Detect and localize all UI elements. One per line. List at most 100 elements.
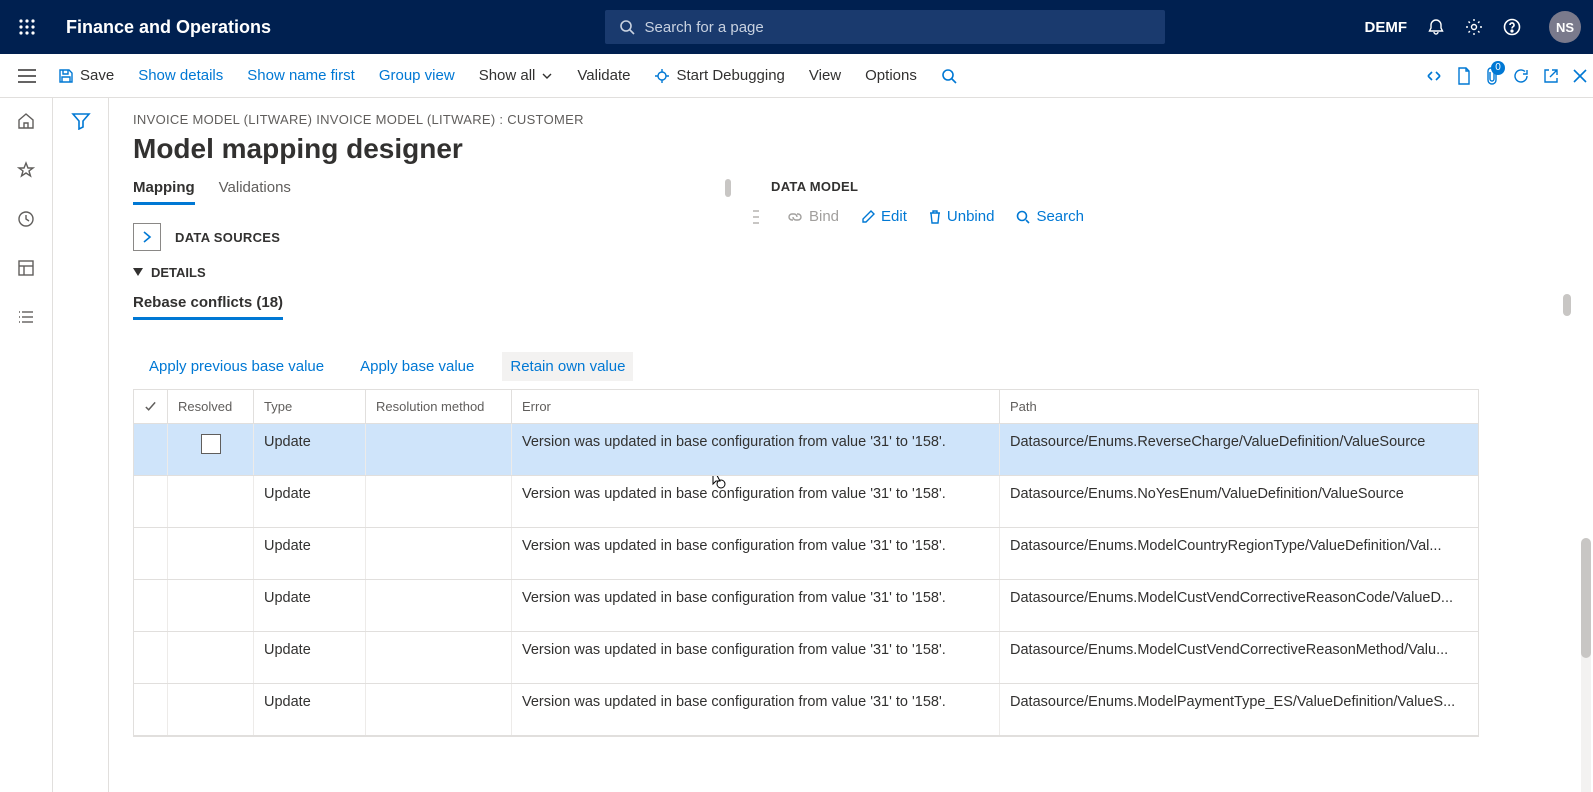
show-all-dropdown[interactable]: Show all [467, 54, 566, 98]
settings-icon[interactable] [1465, 18, 1483, 36]
search-icon [1016, 210, 1030, 224]
cell-type: Update [254, 528, 366, 579]
search-button[interactable]: Search [1016, 208, 1084, 225]
home-icon[interactable] [17, 112, 35, 135]
cell-error: Version was updated in base configuratio… [512, 684, 1000, 735]
expand-data-sources-icon[interactable] [133, 223, 161, 251]
recent-icon[interactable] [17, 210, 35, 233]
apply-base-value-button[interactable]: Apply base value [352, 352, 482, 381]
cell-path: Datasource/Enums.ModelCustVendCorrective… [1000, 580, 1478, 631]
cell-resolved[interactable] [168, 424, 254, 475]
show-name-first-button[interactable]: Show name first [235, 54, 367, 98]
row-selector[interactable] [134, 684, 168, 735]
col-type[interactable]: Type [254, 390, 366, 423]
view-menu[interactable]: View [797, 54, 853, 98]
workspaces-icon[interactable] [17, 259, 35, 282]
main-content: INVOICE MODEL (LITWARE) INVOICE MODEL (L… [109, 98, 1593, 792]
col-error[interactable]: Error [512, 390, 1000, 423]
legal-entity[interactable]: DEMF [1365, 19, 1408, 36]
col-resolution-method[interactable]: Resolution method [366, 390, 512, 423]
cell-resolved[interactable] [168, 684, 254, 735]
checkbox[interactable] [201, 434, 221, 454]
edit-button[interactable]: Edit [861, 208, 907, 225]
notifications-icon[interactable] [1427, 18, 1445, 36]
refresh-icon[interactable] [1513, 68, 1529, 84]
cmd-search-icon[interactable] [929, 54, 969, 98]
table-row[interactable]: Update Version was updated in base config… [134, 528, 1478, 580]
details-toggle[interactable]: DETAILS [133, 265, 733, 280]
user-avatar[interactable]: NS [1549, 11, 1581, 43]
row-selector[interactable] [134, 632, 168, 683]
row-selector[interactable] [134, 424, 168, 475]
cell-type: Update [254, 580, 366, 631]
col-resolved[interactable]: Resolved [168, 390, 254, 423]
cell-type: Update [254, 632, 366, 683]
left-nav-rail [0, 98, 53, 792]
row-selector[interactable] [134, 528, 168, 579]
group-view-button[interactable]: Group view [367, 54, 467, 98]
cell-resolution-method [366, 580, 512, 631]
select-all-checkbox[interactable] [134, 390, 168, 423]
cell-resolution-method [366, 476, 512, 527]
trash-icon [929, 210, 941, 224]
cell-resolution-method [366, 684, 512, 735]
row-selector[interactable] [134, 580, 168, 631]
cell-type: Update [254, 424, 366, 475]
chevron-down-icon [541, 70, 553, 82]
table-header: Resolved Type Resolution method Error Pa… [134, 390, 1478, 424]
validate-button[interactable]: Validate [565, 54, 642, 98]
cell-error: Version was updated in base configuratio… [512, 528, 1000, 579]
cell-path: Datasource/Enums.ModelCustVendCorrective… [1000, 632, 1478, 683]
filter-icon[interactable] [71, 112, 91, 792]
row-selector[interactable] [134, 476, 168, 527]
apply-previous-base-value-button[interactable]: Apply previous base value [141, 352, 332, 381]
table-row[interactable]: UpdateVersion was updated in base config… [134, 580, 1478, 632]
help-icon[interactable] [1503, 18, 1521, 36]
col-path[interactable]: Path [1000, 390, 1478, 423]
start-debugging-button[interactable]: Start Debugging [642, 54, 796, 98]
cell-error: Version was updated in base configuratio… [512, 424, 1000, 475]
cell-path: Datasource/Enums.ReverseCharge/ValueDefi… [1000, 424, 1478, 475]
unbind-button[interactable]: Unbind [929, 208, 995, 225]
global-search[interactable]: Search for a page [605, 10, 1165, 44]
close-icon[interactable] [1573, 69, 1587, 83]
grip-icon[interactable] [753, 210, 759, 224]
cell-path: Datasource/Enums.ModelCountryRegionType/… [1000, 528, 1478, 579]
scrollbar-thumb[interactable] [1581, 538, 1591, 658]
table-row[interactable]: UpdateVersion was updated in base config… [134, 632, 1478, 684]
modules-icon[interactable] [17, 308, 35, 331]
popout-icon[interactable] [1543, 68, 1559, 84]
cell-resolved[interactable] [168, 528, 254, 579]
cell-resolved[interactable] [168, 580, 254, 631]
app-launcher-icon[interactable] [12, 12, 42, 42]
table-row[interactable]: Update Version was updated in base config… [134, 684, 1478, 736]
filter-rail [53, 98, 109, 792]
vertical-scrollbar[interactable] [1581, 538, 1591, 792]
tab-rebase-conflicts[interactable]: Rebase conflicts (18) [133, 294, 283, 320]
retain-own-value-button[interactable]: Retain own value [502, 352, 633, 381]
cell-type: Update [254, 684, 366, 735]
document-icon[interactable] [1457, 67, 1471, 85]
tab-validations[interactable]: Validations [219, 179, 291, 205]
table-row[interactable]: Update Version was updated in base config… [134, 424, 1478, 476]
show-details-button[interactable]: Show details [126, 54, 235, 98]
cell-resolved[interactable] [168, 476, 254, 527]
save-button[interactable]: Save [46, 54, 126, 98]
right-splitter[interactable] [1563, 294, 1571, 316]
tab-mapping[interactable]: Mapping [133, 179, 195, 205]
favorites-icon[interactable] [17, 161, 35, 184]
table-row[interactable]: Update Version was updated in base config… [134, 476, 1478, 528]
command-bar: Save Show details Show name first Group … [0, 54, 1593, 98]
search-icon [619, 19, 635, 35]
nav-toggle-icon[interactable] [8, 69, 46, 83]
options-menu[interactable]: Options [853, 54, 929, 98]
cell-resolved[interactable] [168, 632, 254, 683]
app-title: Finance and Operations [66, 17, 271, 38]
cell-type: Update [254, 476, 366, 527]
pencil-icon [861, 210, 875, 224]
vertical-splitter[interactable] [725, 179, 731, 197]
attachments-icon[interactable]: 0 [1485, 67, 1499, 85]
cell-error: Version was updated in base configuratio… [512, 476, 1000, 527]
cell-resolution-method [366, 528, 512, 579]
connect-icon[interactable] [1425, 69, 1443, 83]
